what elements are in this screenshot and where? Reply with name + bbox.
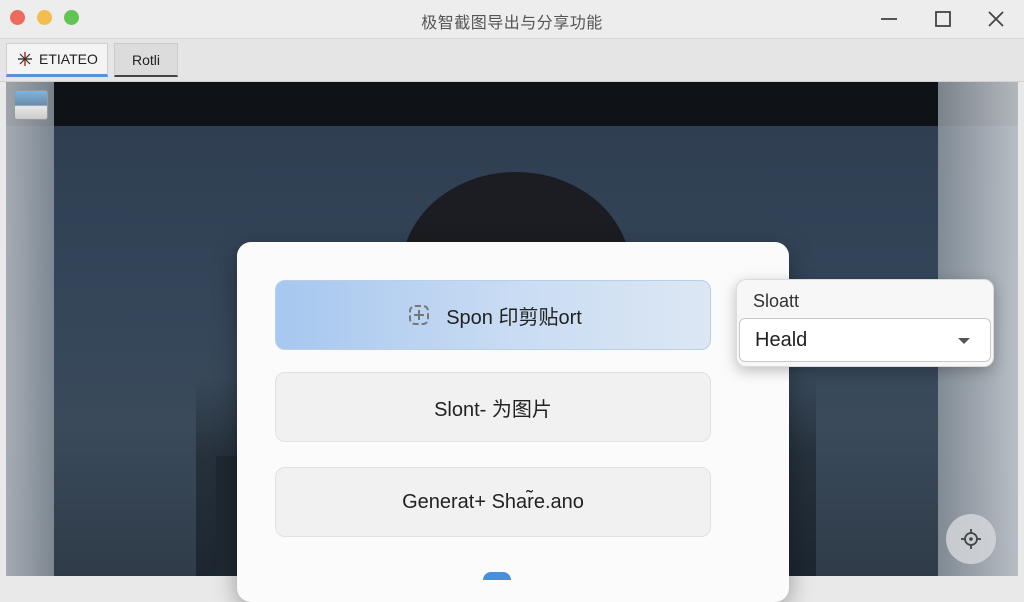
generate-share-link-button[interactable]: Generat+ Shar̃e.ano — [275, 467, 711, 537]
tab-rotli[interactable]: Rotli — [114, 43, 178, 77]
save-as-image-button[interactable]: Slont- 为图片 — [275, 372, 711, 442]
photo-top-band — [6, 82, 1018, 126]
dialog-indicator — [483, 572, 511, 580]
tab-etiateo[interactable]: ETIATEO — [6, 43, 108, 77]
tab-label: ETIATEO — [39, 51, 98, 67]
select-popover: Sloatt Heald — [736, 279, 994, 367]
select-value: Heald — [755, 328, 808, 351]
crosshair-icon — [961, 529, 981, 549]
minimize-icon — [881, 18, 897, 20]
chevron-down-icon — [958, 338, 970, 344]
sparkle-icon — [18, 52, 32, 66]
option-label: Generat+ Shar̃e.ano — [402, 490, 584, 513]
maximize-icon — [935, 11, 951, 27]
option-label: Spon 印剪贴ort — [446, 306, 582, 329]
option-label: Slont- 为图片 — [434, 398, 552, 421]
title-bar: 极智截图导出与分享功能 — [0, 0, 1024, 39]
maximize-button[interactable] — [930, 6, 956, 32]
locate-button[interactable] — [946, 514, 996, 564]
clipboard-icon — [409, 305, 430, 325]
tab-bar: ETIATEO Rotli — [0, 39, 1024, 82]
close-icon — [988, 11, 1004, 27]
close-button[interactable] — [983, 6, 1009, 32]
image-thumbnail[interactable] — [14, 90, 48, 120]
tab-label: Rotli — [131, 51, 160, 68]
photo-curtain-left — [6, 82, 54, 576]
copy-to-clipboard-button[interactable]: Spon 印剪贴ort — [275, 280, 711, 350]
share-dialog: Spon 印剪贴ort Slont- 为图片 Generat+ Shar̃e.a… — [237, 242, 789, 602]
select-label: Sloatt — [753, 291, 800, 311]
minimize-button[interactable] — [876, 6, 902, 32]
window-title: 极智截图导出与分享功能 — [421, 15, 603, 32]
quality-select[interactable]: Heald — [739, 318, 991, 362]
